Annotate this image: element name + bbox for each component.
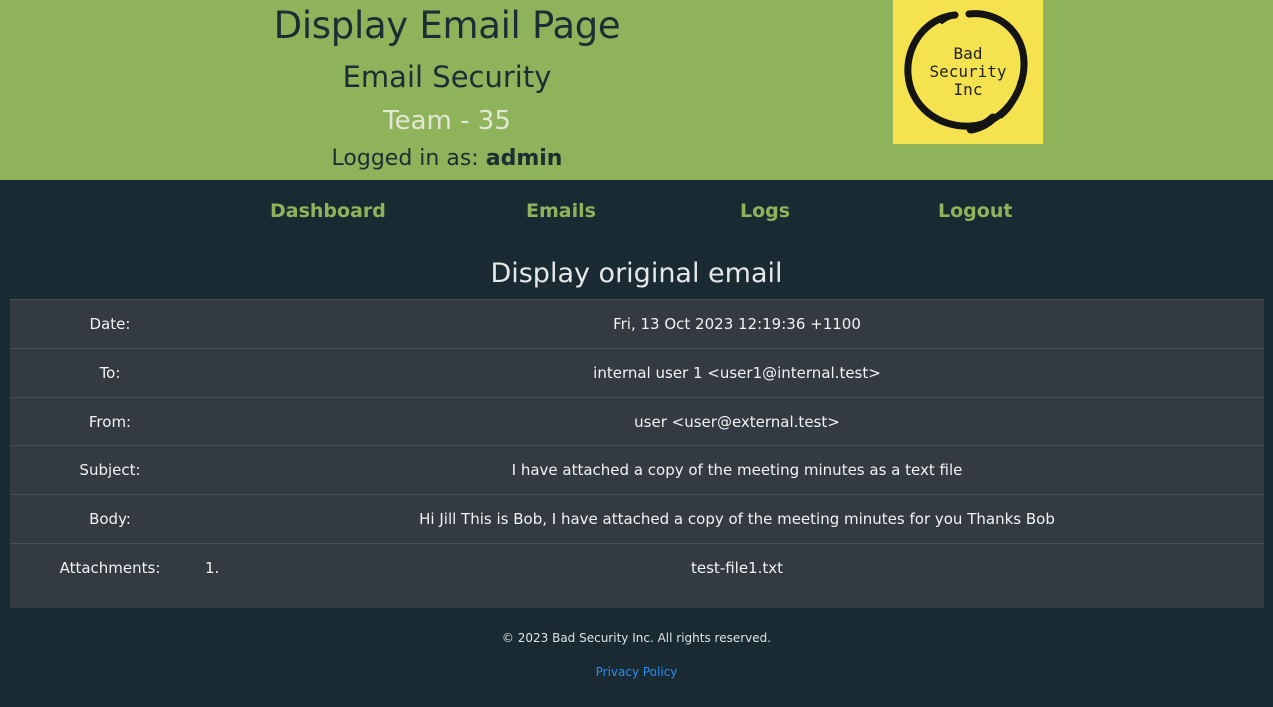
row-value: internal user 1 <user1@internal.test> — [593, 364, 881, 382]
company-logo: Bad Security Inc — [893, 0, 1043, 144]
nav-emails[interactable]: Emails — [526, 197, 596, 225]
attachment-link[interactable]: test-file1.txt — [210, 544, 1264, 592]
row-label: Attachments: — [59, 559, 161, 577]
table-row-body: Body: Hi Jill This is Bob, I have attach… — [10, 494, 1264, 543]
row-value: Hi Jill This is Bob, I have attached a c… — [419, 510, 1055, 528]
team-label: Team - 35 — [383, 106, 511, 136]
logged-in-prefix: Logged in as: — [331, 146, 479, 171]
table-row-date: Date: Fri, 13 Oct 2023 12:19:36 +1100 — [10, 299, 1264, 348]
row-label: Date: — [89, 315, 131, 333]
table-row-attachments: Attachments: 1. test-file1.txt — [10, 543, 1264, 592]
username: admin — [485, 146, 563, 171]
main-nav: Dashboard Emails Logs Logout — [0, 197, 1273, 227]
row-label: From: — [88, 413, 132, 431]
logged-in-status: Logged in as: admin — [247, 143, 647, 175]
footer-copyright: © 2023 Bad Security Inc. All rights rese… — [501, 631, 772, 645]
nav-logout[interactable]: Logout — [938, 197, 1012, 225]
row-value: Fri, 13 Oct 2023 12:19:36 +1100 — [613, 315, 861, 333]
section-heading: Display original email — [490, 258, 783, 289]
privacy-policy-link[interactable]: Privacy Policy — [0, 662, 1273, 682]
table-row-to: To: internal user 1 <user1@internal.test… — [10, 348, 1264, 397]
logo-text: Bad Security Inc — [929, 44, 1007, 99]
email-details-table: Date: Fri, 13 Oct 2023 12:19:36 +1100 To… — [10, 299, 1264, 608]
nav-logs[interactable]: Logs — [740, 197, 790, 225]
row-value: I have attached a copy of the meeting mi… — [511, 461, 963, 479]
row-label: Subject: — [79, 461, 141, 479]
row-label: Body: — [89, 510, 131, 528]
page-title: Display Email Page — [273, 4, 621, 47]
table-row-subject: Subject: I have attached a copy of the m… — [10, 445, 1264, 494]
row-label: To: — [99, 364, 121, 382]
site-subtitle: Email Security — [342, 60, 552, 94]
table-row-from: From: user <user@external.test> — [10, 397, 1264, 446]
site-header: Display Email Page Email Security Team -… — [0, 0, 1273, 180]
row-value: user <user@external.test> — [634, 413, 840, 431]
nav-dashboard[interactable]: Dashboard — [270, 197, 386, 225]
